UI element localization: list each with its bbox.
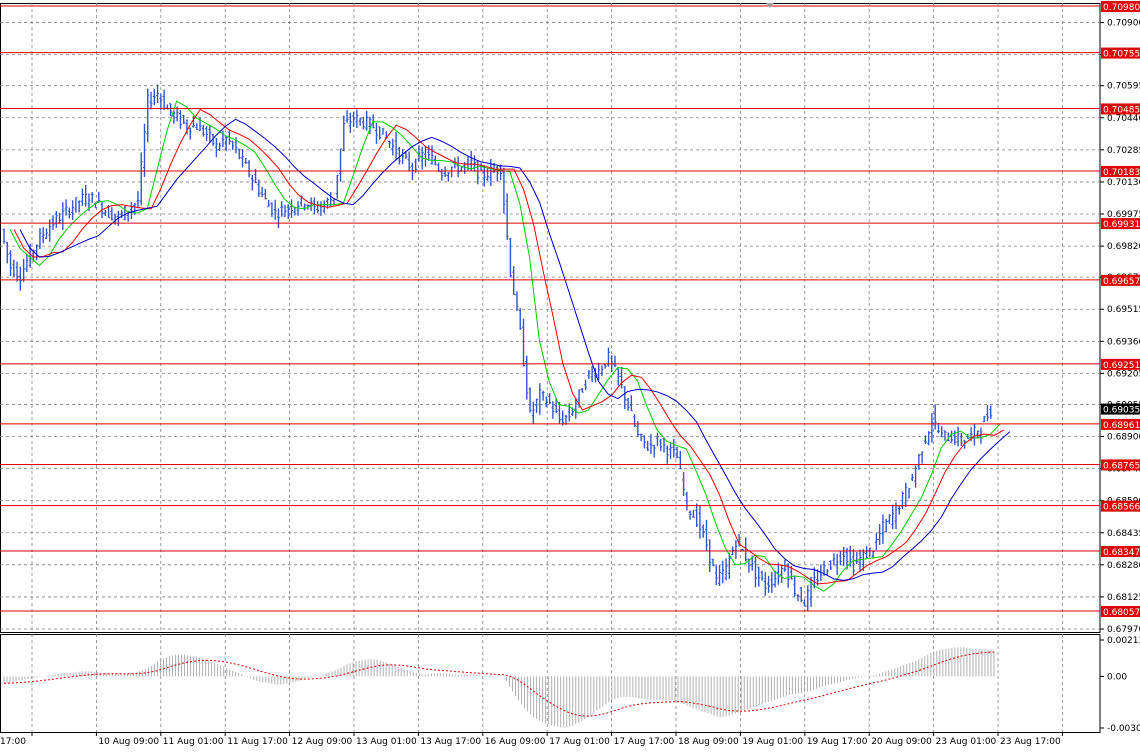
x-tick-label: 17 Aug 01:00 <box>549 737 610 747</box>
x-tick-label: 18 Aug 09:00 <box>678 737 739 747</box>
macd-y-label: 0.00 <box>1107 672 1127 682</box>
x-tick-label: 23 Aug 17:00 <box>1000 737 1061 747</box>
level-price-label: 0.68347 <box>1103 548 1140 558</box>
level-price-label: 0.70755 <box>1103 50 1140 60</box>
x-tick-label: 16 Aug 09:00 <box>485 737 546 747</box>
x-tick-label: 13 Aug 17:00 <box>420 737 481 747</box>
y-tick-label: 0.68435 <box>1107 529 1140 539</box>
level-price-label: 0.68566 <box>1103 503 1140 513</box>
x-tick-label: 11 Aug 01:00 <box>163 737 224 747</box>
y-tick-label: 0.68125 <box>1107 593 1140 603</box>
level-price-label: 0.70183 <box>1103 168 1140 178</box>
x-tick-label: 19 Aug 01:00 <box>742 737 803 747</box>
y-tick-label: 0.70285 <box>1107 146 1140 156</box>
x-tick-label: 13 Aug 01:00 <box>356 737 417 747</box>
y-tick-label: 0.69515 <box>1107 305 1140 315</box>
price-chart[interactable]: 0.709000.707450.705950.704400.702850.701… <box>0 0 1140 754</box>
level-price-label: 0.68765 <box>1103 461 1140 471</box>
y-tick-label: 0.69360 <box>1107 337 1140 347</box>
level-price-label: 0.69931 <box>1103 220 1140 230</box>
level-price-label: 0.69657 <box>1103 277 1140 287</box>
level-price-label: 0.70980 <box>1103 3 1140 13</box>
y-tick-label: 0.69820 <box>1107 242 1140 252</box>
y-tick-label: 0.68900 <box>1107 433 1140 443</box>
y-tick-label: 0.70900 <box>1107 19 1140 29</box>
level-price-label: 0.68057 <box>1103 608 1140 618</box>
level-price-label: 0.70485 <box>1103 105 1140 115</box>
y-tick-label: 0.70130 <box>1107 178 1140 188</box>
y-tick-label: 0.70595 <box>1107 82 1140 92</box>
x-tick-label: 20 Aug 09:00 <box>871 737 932 747</box>
x-tick-label: 19 Aug 17:00 <box>807 737 868 747</box>
y-tick-label: 0.67970 <box>1107 625 1140 635</box>
x-tick-label: 17:00 <box>0 737 26 747</box>
level-price-label: 0.69251 <box>1103 361 1140 371</box>
macd-y-label: 0.00213 <box>1107 636 1140 646</box>
x-tick-label: 17 Aug 17:00 <box>614 737 675 747</box>
x-tick-label: 10 Aug 09:00 <box>98 737 159 747</box>
macd-y-label: -0.00302 <box>1107 724 1140 734</box>
x-tick-label: 11 Aug 17:00 <box>227 737 288 747</box>
x-tick-label: 12 Aug 09:00 <box>292 737 353 747</box>
y-tick-label: 0.68280 <box>1107 561 1140 571</box>
y-tick-label: 0.69205 <box>1107 369 1140 379</box>
current-price-label: 0.69035 <box>1103 406 1140 416</box>
x-tick-label: 23 Aug 01:00 <box>936 737 997 747</box>
level-price-label: 0.68961 <box>1103 421 1140 431</box>
